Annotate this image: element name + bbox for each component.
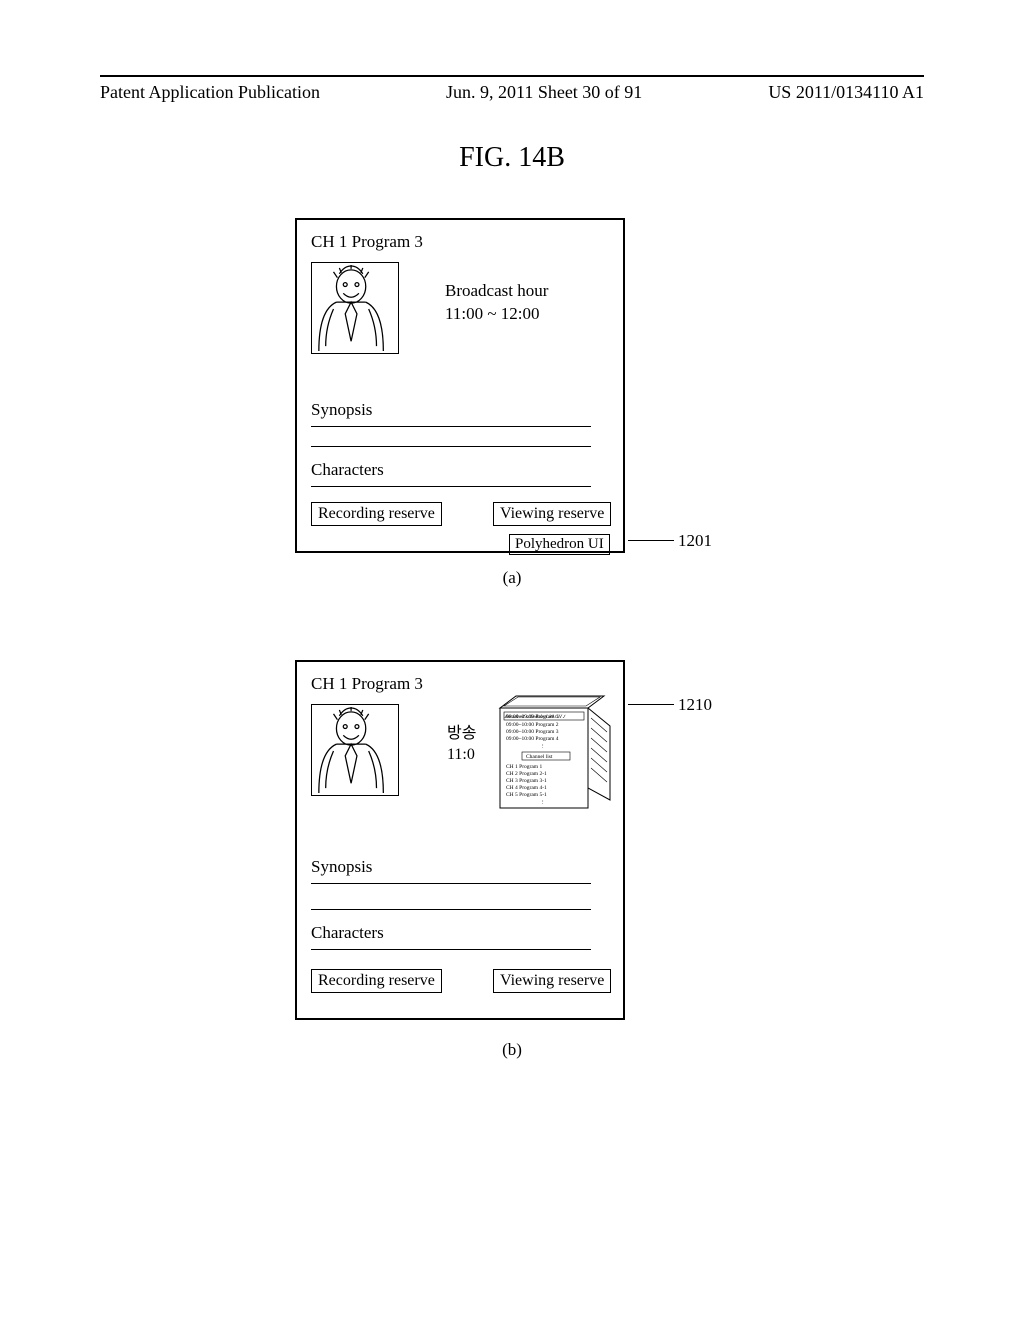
page-header: Patent Application Publication Jun. 9, 2…: [100, 82, 924, 103]
program-title: CH 1 Program 3: [311, 674, 423, 694]
broadcast-hour: Broadcast hour 11:00 ~ 12:00: [445, 280, 548, 326]
channel-list-row: CH 3 Program 3-1: [506, 778, 547, 784]
divider: [311, 949, 591, 950]
recording-reserve-button[interactable]: Recording reserve: [311, 502, 442, 526]
channel-list-label: Channel list: [526, 754, 553, 760]
broadcast-hour-value: 11:00 ~ 12:00: [445, 304, 540, 323]
viewing-reserve-button[interactable]: Viewing reserve: [493, 969, 611, 993]
publication-label: Patent Application Publication: [100, 82, 320, 103]
cube-schedule-row: 09:00~10:00 Program 4: [506, 736, 559, 742]
divider: [311, 486, 591, 487]
broadcast-hour-label: Broadcast hour: [445, 281, 548, 300]
characters-label: Characters: [311, 460, 384, 480]
date-sheet-label: Jun. 9, 2011 Sheet 30 of 91: [446, 82, 642, 103]
synopsis-label: Synopsis: [311, 857, 372, 877]
channel-list-row: CH 1 Program 1: [506, 764, 542, 770]
synopsis-label: Synopsis: [311, 400, 372, 420]
divider: [311, 909, 591, 910]
divider: [311, 446, 591, 447]
svg-text:⋮: ⋮: [540, 800, 546, 806]
ref-numeral-1201: 1201: [678, 531, 712, 551]
cube-schedule-row: 09:00~10:00 Program 3: [506, 729, 559, 735]
broadcast-label-korean: 방송 11:0: [447, 724, 476, 766]
polyhedron-ui-widget[interactable]: Broadcast schedule 6.30 CH 1 08:00~09:00…: [482, 692, 622, 827]
leader-line: [628, 540, 674, 541]
divider: [311, 426, 591, 427]
person-icon: [312, 705, 398, 795]
pub-number: US 2011/0134110 A1: [768, 82, 924, 103]
ref-numeral-1210: 1210: [678, 695, 712, 715]
broadcast-korean-line1: 방송: [447, 725, 476, 742]
characters-label: Characters: [311, 923, 384, 943]
cube-schedule-row: 09:00~10:00 Program 2: [506, 722, 559, 728]
leader-line: [628, 704, 674, 705]
polyhedron-ui-button[interactable]: Polyhedron UI: [509, 534, 610, 555]
svg-text:⋮: ⋮: [540, 744, 546, 750]
divider: [311, 883, 591, 884]
recording-reserve-button[interactable]: Recording reserve: [311, 969, 442, 993]
subfigure-label-a: (a): [0, 568, 1024, 588]
channel-list-row: CH 2 Program 2-1: [506, 771, 547, 777]
device-screen-a: CH 1 Program 3 Broadcast hour 11:00 ~ 12…: [295, 218, 625, 553]
program-thumbnail: [311, 262, 399, 354]
broadcast-korean-line2: 11:0: [447, 746, 475, 763]
person-icon: [312, 263, 398, 353]
channel-list-row: CH 4 Program 4-1: [506, 785, 547, 791]
program-thumbnail: [311, 704, 399, 796]
channel-list-row: CH 5 Program 5-1: [506, 792, 547, 798]
cube-schedule-row: 08:00~09:00 Program 1: [506, 714, 559, 720]
figure-title: FIG. 14B: [0, 142, 1024, 174]
program-title: CH 1 Program 3: [311, 232, 423, 252]
subfigure-label-b: (b): [0, 1040, 1024, 1060]
device-screen-b: CH 1 Program 3 방송 11:0: [295, 660, 625, 1020]
viewing-reserve-button[interactable]: Viewing reserve: [493, 502, 611, 526]
